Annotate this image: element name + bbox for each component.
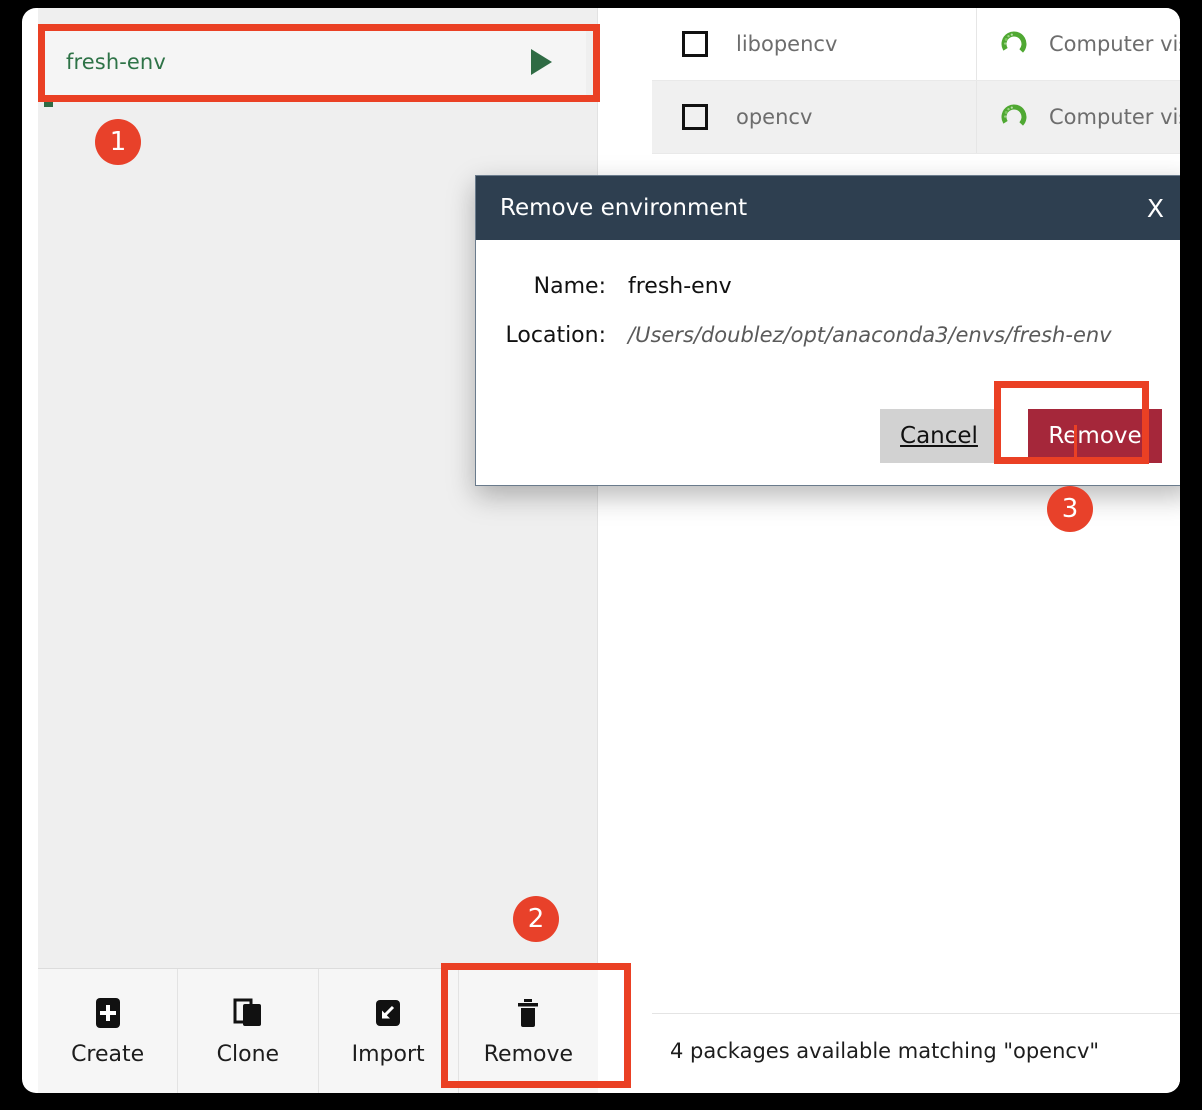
remove-button-label: Remove	[483, 1041, 574, 1067]
confirm-remove-button[interactable]: Remove	[1028, 409, 1162, 463]
dialog-field-location: Location: /Users/doublez/opt/anaconda3/e…	[500, 323, 1168, 348]
clone-button-label: Clone	[216, 1041, 280, 1067]
step-badge-3: 3	[1047, 486, 1093, 532]
anaconda-navigator-window: fresh-env Create Clone Import Remove lib…	[22, 8, 1180, 1093]
create-environment-button[interactable]: Create	[38, 969, 179, 1093]
table-row[interactable]: libopencv Computer vision	[652, 8, 1180, 81]
conda-ring-icon	[1001, 104, 1027, 130]
packages-panel: libopencv Computer vision openc	[652, 8, 1180, 1093]
packages-status-bar: 4 packages available matching "opencv"	[652, 1013, 1180, 1087]
play-triangle-icon[interactable]	[531, 48, 552, 75]
dialog-actions: Cancel Remove	[880, 409, 1162, 463]
package-description-cell: Computer vision	[977, 8, 1180, 80]
import-arrow-icon	[376, 999, 401, 1026]
cursor-pointer-indicator	[1074, 425, 1077, 463]
close-icon[interactable]: X	[1139, 194, 1172, 223]
import-button-label: Import	[351, 1041, 425, 1067]
environments-panel: fresh-env Create Clone Import Remove	[38, 8, 598, 1093]
environment-toolbar: Create Clone Import Remove	[38, 968, 598, 1093]
package-name-cell: opencv	[652, 81, 977, 153]
package-description-cell: Computer vision	[977, 81, 1180, 153]
name-field-value: fresh-env	[628, 274, 732, 299]
dialog-field-name: Name: fresh-env	[500, 274, 1168, 299]
location-field-value: /Users/doublez/opt/anaconda3/envs/fresh-…	[628, 323, 1112, 347]
import-environment-button[interactable]: Import	[318, 969, 459, 1093]
create-button-label: Create	[71, 1041, 145, 1067]
environment-name-label: fresh-env	[66, 49, 166, 74]
name-field-label: Name:	[533, 274, 606, 299]
environment-row-fresh-env[interactable]: fresh-env	[44, 26, 586, 98]
step-badge-1: 1	[95, 119, 141, 165]
conda-ring-icon	[1001, 31, 1027, 57]
remove-environment-button[interactable]: Remove	[458, 969, 598, 1093]
clone-environment-button[interactable]: Clone	[178, 969, 319, 1093]
location-field-label: Location:	[505, 323, 606, 348]
package-checkbox[interactable]	[682, 104, 708, 130]
step-badge-2: 2	[513, 896, 559, 942]
cancel-button[interactable]: Cancel	[880, 409, 998, 463]
packages-table: libopencv Computer vision openc	[652, 8, 1180, 988]
package-name-label: opencv	[736, 105, 813, 129]
dialog-titlebar: Remove environment X	[476, 176, 1180, 240]
selected-environment-marker	[44, 98, 53, 107]
package-checkbox[interactable]	[682, 31, 708, 57]
package-description-label: Computer vision	[1049, 105, 1180, 129]
package-name-label: libopencv	[736, 32, 838, 56]
copy-icon	[233, 998, 261, 1026]
packages-status-text: 4 packages available matching "opencv"	[670, 1038, 1100, 1063]
plus-square-icon	[95, 997, 120, 1028]
dialog-title: Remove environment	[500, 195, 748, 221]
package-description-label: Computer vision	[1049, 32, 1180, 56]
trash-icon	[518, 998, 539, 1027]
table-row[interactable]: opencv Computer vision	[652, 81, 1180, 154]
package-name-cell: libopencv	[652, 8, 977, 80]
